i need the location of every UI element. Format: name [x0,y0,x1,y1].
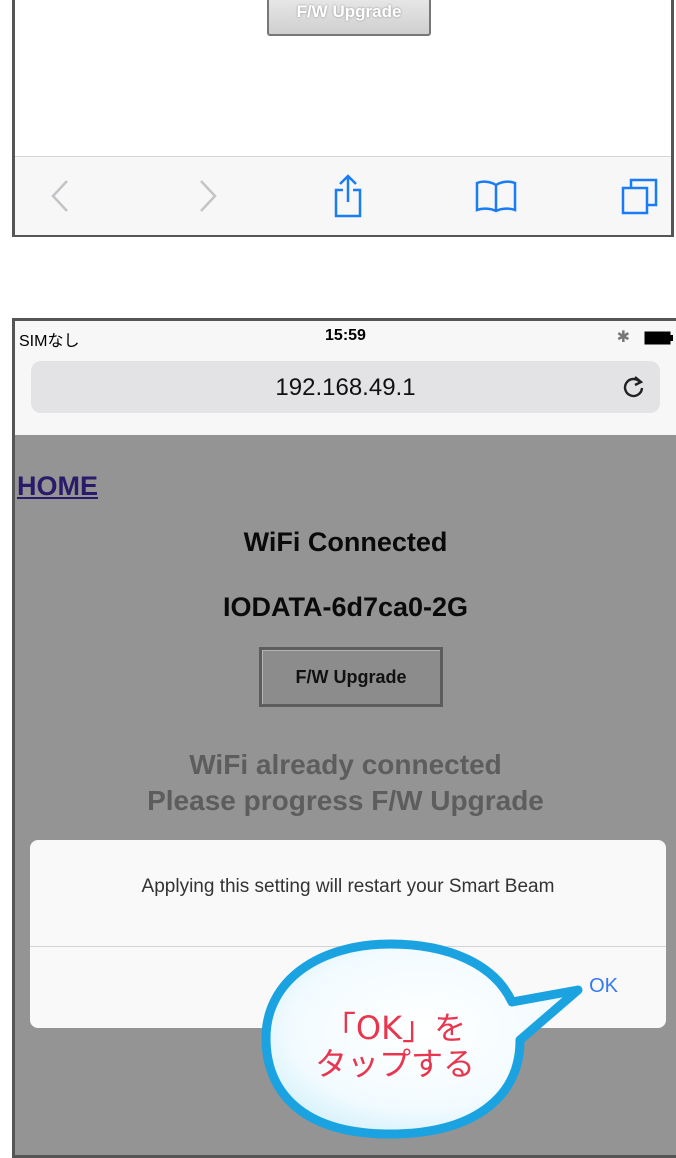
wifi-status-heading: WiFi Connected [243,527,448,557]
home-link[interactable]: HOME [17,471,98,502]
alert-dialog: Applying this setting will restart your … [30,840,666,1028]
share-icon[interactable] [323,171,373,221]
callout-text: 「OK」を タップする [300,1010,490,1082]
fw-upgrade-button-top[interactable]: F/W Upgrade [267,0,431,36]
browser-toolbar [15,156,671,235]
browser-chrome: SIMなし 15:59 ✱ 192.168.49.1 [15,321,676,435]
tabs-icon[interactable] [615,171,665,221]
callout-line-1: 「OK」を [323,1009,467,1047]
address-bar[interactable]: 192.168.49.1 [31,361,660,413]
status-message: WiFi already connected Please progress F… [15,747,676,819]
alert-ok-button[interactable]: OK [589,975,618,998]
reload-icon[interactable] [620,373,648,401]
alert-message: Applying this setting will restart your … [141,876,555,897]
status-line-2: Please progress F/W Upgrade [147,785,544,816]
status-bar: SIMなし 15:59 ✱ [15,321,676,355]
chevron-right-icon[interactable] [183,171,233,221]
top-phone-screen: F/W Upgrade [12,0,674,237]
bluetooth-icon: ✱ [616,329,630,346]
clock: 15:59 [325,327,366,344]
fw-upgrade-button[interactable]: F/W Upgrade [259,647,443,707]
callout-line-2: タップする [314,1045,475,1083]
ssid-label: IODATA-6d7ca0-2G [222,592,469,622]
battery-icon [644,331,673,345]
book-icon[interactable] [471,171,521,221]
status-line-1: WiFi already connected [189,749,502,780]
chevron-left-icon[interactable] [35,171,85,221]
alert-cancel-button[interactable]: セル [470,975,508,1002]
url-text: 192.168.49.1 [275,374,416,401]
alert-divider [30,946,666,947]
